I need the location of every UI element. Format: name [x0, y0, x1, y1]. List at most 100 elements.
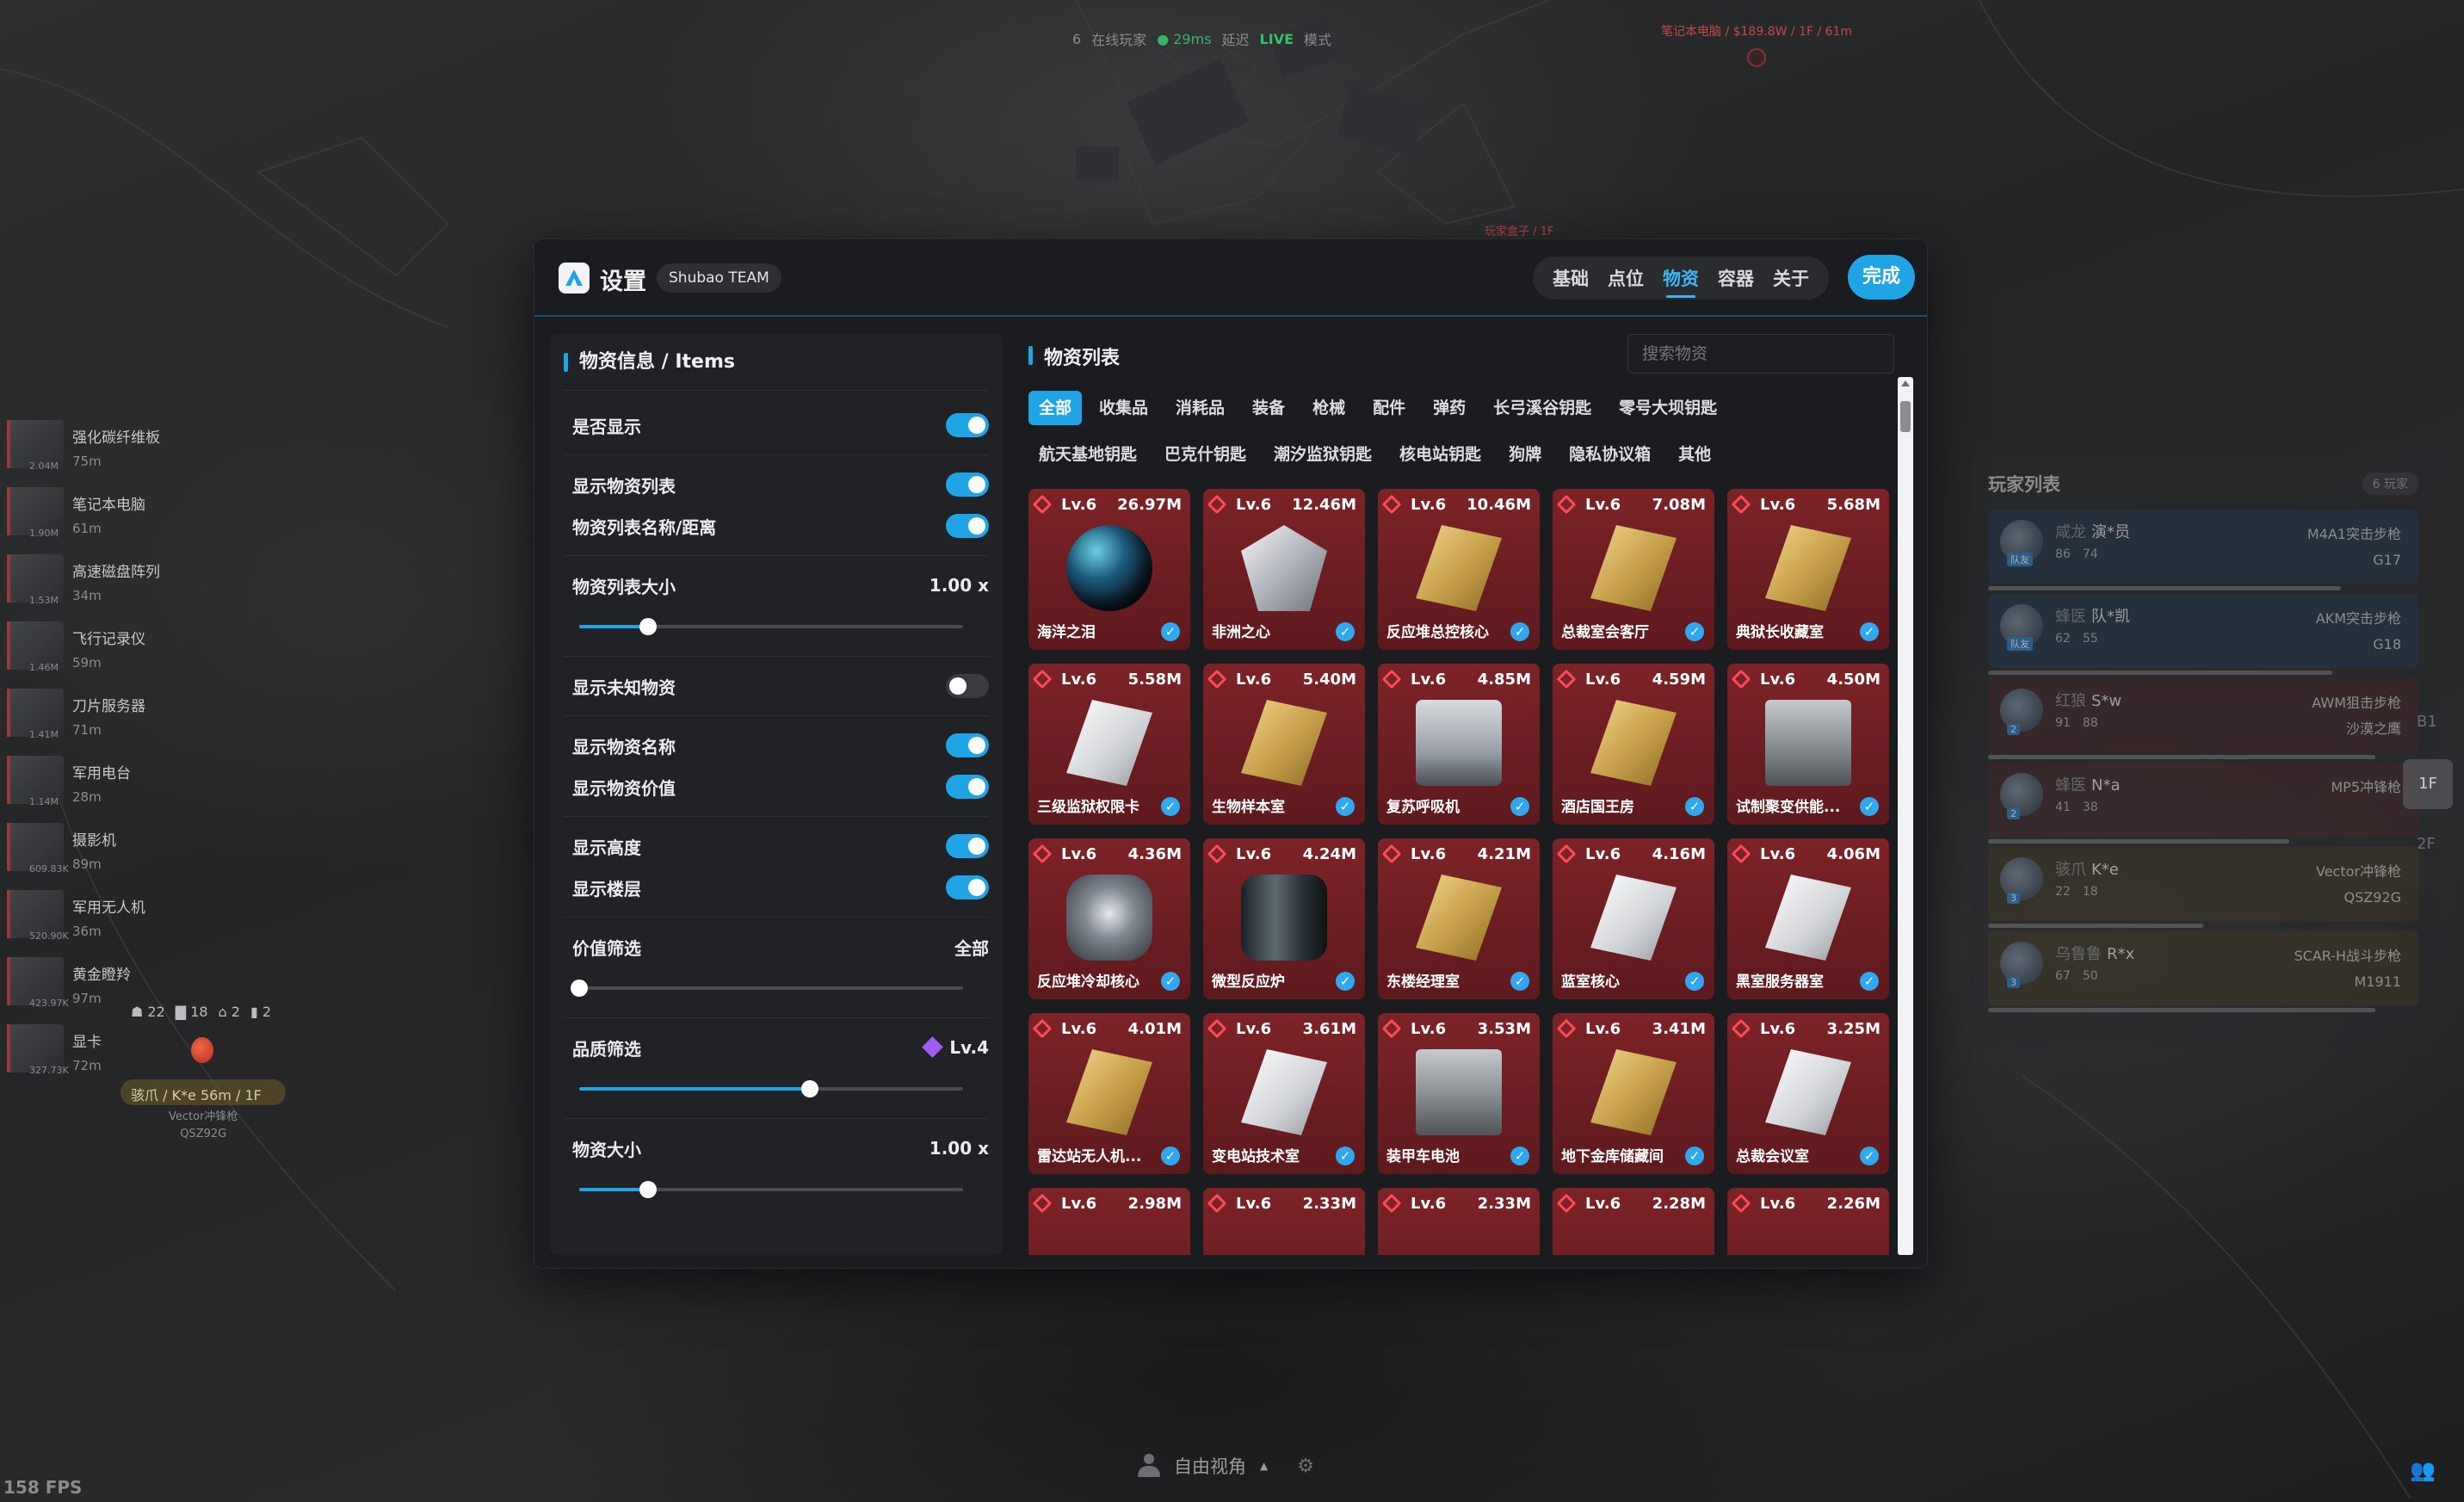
- value-filter-slider[interactable]: [564, 967, 989, 1009]
- player-row[interactable]: 3 骇爪 K*e 22 18 Vector冲锋枪 QSZ92G: [1988, 847, 2418, 928]
- item-card[interactable]: Lv.6 2.33M: [1203, 1188, 1365, 1255]
- category-filter[interactable]: 收集品: [1089, 391, 1158, 425]
- check-icon[interactable]: ✓: [1336, 1147, 1355, 1165]
- item-card[interactable]: Lv.6 4.21M 东楼经理室 ✓: [1378, 838, 1540, 999]
- check-icon[interactable]: ✓: [1510, 972, 1529, 991]
- item-card[interactable]: Lv.6 26.97M 海洋之泪 ✓: [1028, 489, 1190, 650]
- check-icon[interactable]: ✓: [1510, 622, 1529, 641]
- player-row[interactable]: 2 蜂医 N*a 41 38 MP5冲锋枪: [1988, 763, 2418, 844]
- slider-handle[interactable]: [639, 1181, 658, 1198]
- check-icon[interactable]: ✓: [1860, 622, 1879, 641]
- map-item-entry[interactable]: 1.90M 笔记本电脑 61m: [0, 487, 258, 554]
- category-filter[interactable]: 巴克什钥匙: [1154, 437, 1257, 472]
- map-item-entry[interactable]: 1.14M 军用电台 28m: [0, 756, 258, 823]
- slider-track[interactable]: [579, 1080, 963, 1097]
- item-card[interactable]: Lv.6 4.36M 反应堆冷却核心 ✓: [1028, 838, 1190, 999]
- item-card[interactable]: Lv.6 4.16M 蓝室核心 ✓: [1553, 838, 1714, 999]
- check-icon[interactable]: ✓: [1161, 622, 1180, 641]
- slider-track[interactable]: [579, 1181, 963, 1198]
- slider-handle[interactable]: [639, 618, 658, 635]
- show-value-toggle[interactable]: [946, 775, 989, 799]
- item-card[interactable]: Lv.6 2.98M: [1028, 1188, 1190, 1255]
- item-card[interactable]: Lv.6 2.33M: [1378, 1188, 1540, 1255]
- item-card[interactable]: Lv.6 5.58M 三级监狱权限卡 ✓: [1028, 664, 1190, 825]
- player-map-tag[interactable]: 骇爪 / K*e 56m / 1F: [120, 1079, 286, 1105]
- check-icon[interactable]: ✓: [1860, 797, 1879, 816]
- check-icon[interactable]: ✓: [1510, 1147, 1529, 1165]
- map-item-entry[interactable]: 1.53M 高速磁盘阵列 34m: [0, 554, 258, 621]
- show-list-toggle[interactable]: [946, 473, 989, 497]
- item-card[interactable]: Lv.6 2.28M: [1553, 1188, 1714, 1255]
- floor-badge[interactable]: 1F: [2403, 759, 2453, 809]
- item-list-scrollbar[interactable]: [1898, 377, 1913, 1255]
- check-icon[interactable]: ✓: [1336, 797, 1355, 816]
- item-card[interactable]: Lv.6 3.41M 地下金库储藏间 ✓: [1553, 1013, 1714, 1174]
- item-size-slider[interactable]: [564, 1169, 989, 1210]
- tab-basic[interactable]: 基础: [1553, 265, 1589, 291]
- player-marker-icon[interactable]: [191, 1037, 213, 1063]
- map-marker-icon[interactable]: [1747, 48, 1766, 67]
- tab-points[interactable]: 点位: [1608, 265, 1644, 291]
- bottom-view-control[interactable]: 自由视角 ▲ ⚙: [1138, 1453, 1314, 1479]
- tab-about[interactable]: 关于: [1773, 265, 1809, 291]
- category-filter[interactable]: 其他: [1668, 437, 1721, 472]
- category-filter[interactable]: 消耗品: [1165, 391, 1235, 425]
- item-card[interactable]: Lv.6 5.40M 生物样本室 ✓: [1203, 664, 1365, 825]
- player-row[interactable]: 3 乌鲁鲁 R*x 67 50 SCAR-H战斗步枪 M1911: [1988, 931, 2418, 1012]
- show-toggle[interactable]: [946, 413, 989, 437]
- category-filter[interactable]: 隐私协议箱: [1559, 437, 1661, 472]
- map-item-entry[interactable]: 609.83K 摄影机 89m: [0, 823, 258, 890]
- caret-up-icon[interactable]: ▲: [1260, 1460, 1268, 1472]
- item-card[interactable]: Lv.6 4.06M 黑室服务器室 ✓: [1727, 838, 1889, 999]
- item-card[interactable]: Lv.6 7.08M 总裁室会客厅 ✓: [1553, 489, 1714, 650]
- check-icon[interactable]: ✓: [1161, 972, 1180, 991]
- item-card[interactable]: Lv.6 2.26M: [1727, 1188, 1889, 1255]
- map-item-entry[interactable]: 1.46M 飞行记录仪 59m: [0, 621, 258, 689]
- show-unknown-toggle[interactable]: [946, 674, 989, 698]
- done-button[interactable]: 完成: [1848, 255, 1915, 300]
- check-icon[interactable]: ✓: [1161, 1147, 1180, 1165]
- map-item-entry[interactable]: 520.90K 军用无人机 36m: [0, 890, 258, 957]
- slider-handle[interactable]: [571, 980, 588, 997]
- show-height-toggle[interactable]: [946, 834, 989, 858]
- category-filter[interactable]: 潮汐监狱钥匙: [1263, 437, 1382, 472]
- item-card[interactable]: Lv.6 4.59M 酒店国王房 ✓: [1553, 664, 1714, 825]
- item-card[interactable]: Lv.6 3.25M 总裁会议室 ✓: [1727, 1013, 1889, 1174]
- check-icon[interactable]: ✓: [1860, 972, 1879, 991]
- tab-containers[interactable]: 容器: [1718, 265, 1754, 291]
- item-card[interactable]: Lv.6 4.85M 复苏呼吸机 ✓: [1378, 664, 1540, 825]
- item-card[interactable]: Lv.6 4.24M 微型反应炉 ✓: [1203, 838, 1365, 999]
- item-card[interactable]: Lv.6 12.46M 非洲之心 ✓: [1203, 489, 1365, 650]
- item-card[interactable]: Lv.6 4.50M 试制聚变供能... ✓: [1727, 664, 1889, 825]
- category-filter[interactable]: 狗牌: [1498, 437, 1552, 472]
- check-icon[interactable]: ✓: [1510, 797, 1529, 816]
- scroll-up-icon[interactable]: [1901, 380, 1910, 386]
- category-filter[interactable]: 长弓溪谷钥匙: [1483, 391, 1602, 425]
- tab-items[interactable]: 物资: [1663, 265, 1699, 298]
- check-icon[interactable]: ✓: [1685, 622, 1704, 641]
- player-row[interactable]: 2 红狼 S*w 91 88 AWM狙击步枪 沙漠之鹰: [1988, 678, 2418, 759]
- check-icon[interactable]: ✓: [1685, 1147, 1704, 1165]
- slider-handle[interactable]: [800, 1080, 818, 1097]
- check-icon[interactable]: ✓: [1161, 797, 1180, 816]
- player-row[interactable]: 队友 蜂医 队*凯 62 55 AKM突击步枪 G18: [1988, 594, 2418, 675]
- item-card[interactable]: Lv.6 3.61M 变电站技术室 ✓: [1203, 1013, 1365, 1174]
- map-item-entry[interactable]: 2.04M 强化碳纤维板 75m: [0, 420, 258, 487]
- category-filter[interactable]: 弹药: [1423, 391, 1476, 425]
- item-card[interactable]: Lv.6 4.01M 雷达站无人机... ✓: [1028, 1013, 1190, 1174]
- category-filter[interactable]: 零号大坝钥匙: [1609, 391, 1727, 425]
- check-icon[interactable]: ✓: [1336, 972, 1355, 991]
- category-filter[interactable]: 航天基地钥匙: [1028, 437, 1147, 472]
- players-icon[interactable]: 👥: [2410, 1458, 2436, 1482]
- check-icon[interactable]: ✓: [1685, 797, 1704, 816]
- item-search-input[interactable]: [1627, 334, 1894, 374]
- view-mode-label[interactable]: 自由视角: [1174, 1453, 1246, 1479]
- category-filter[interactable]: 全部: [1028, 391, 1083, 425]
- category-filter[interactable]: 配件: [1362, 391, 1416, 425]
- category-filter[interactable]: 装备: [1242, 391, 1295, 425]
- check-icon[interactable]: ✓: [1860, 1147, 1879, 1165]
- category-filter[interactable]: 枪械: [1302, 391, 1356, 425]
- show-name-toggle[interactable]: [946, 733, 989, 757]
- slider-track[interactable]: [579, 618, 963, 635]
- gear-icon[interactable]: ⚙: [1297, 1456, 1314, 1477]
